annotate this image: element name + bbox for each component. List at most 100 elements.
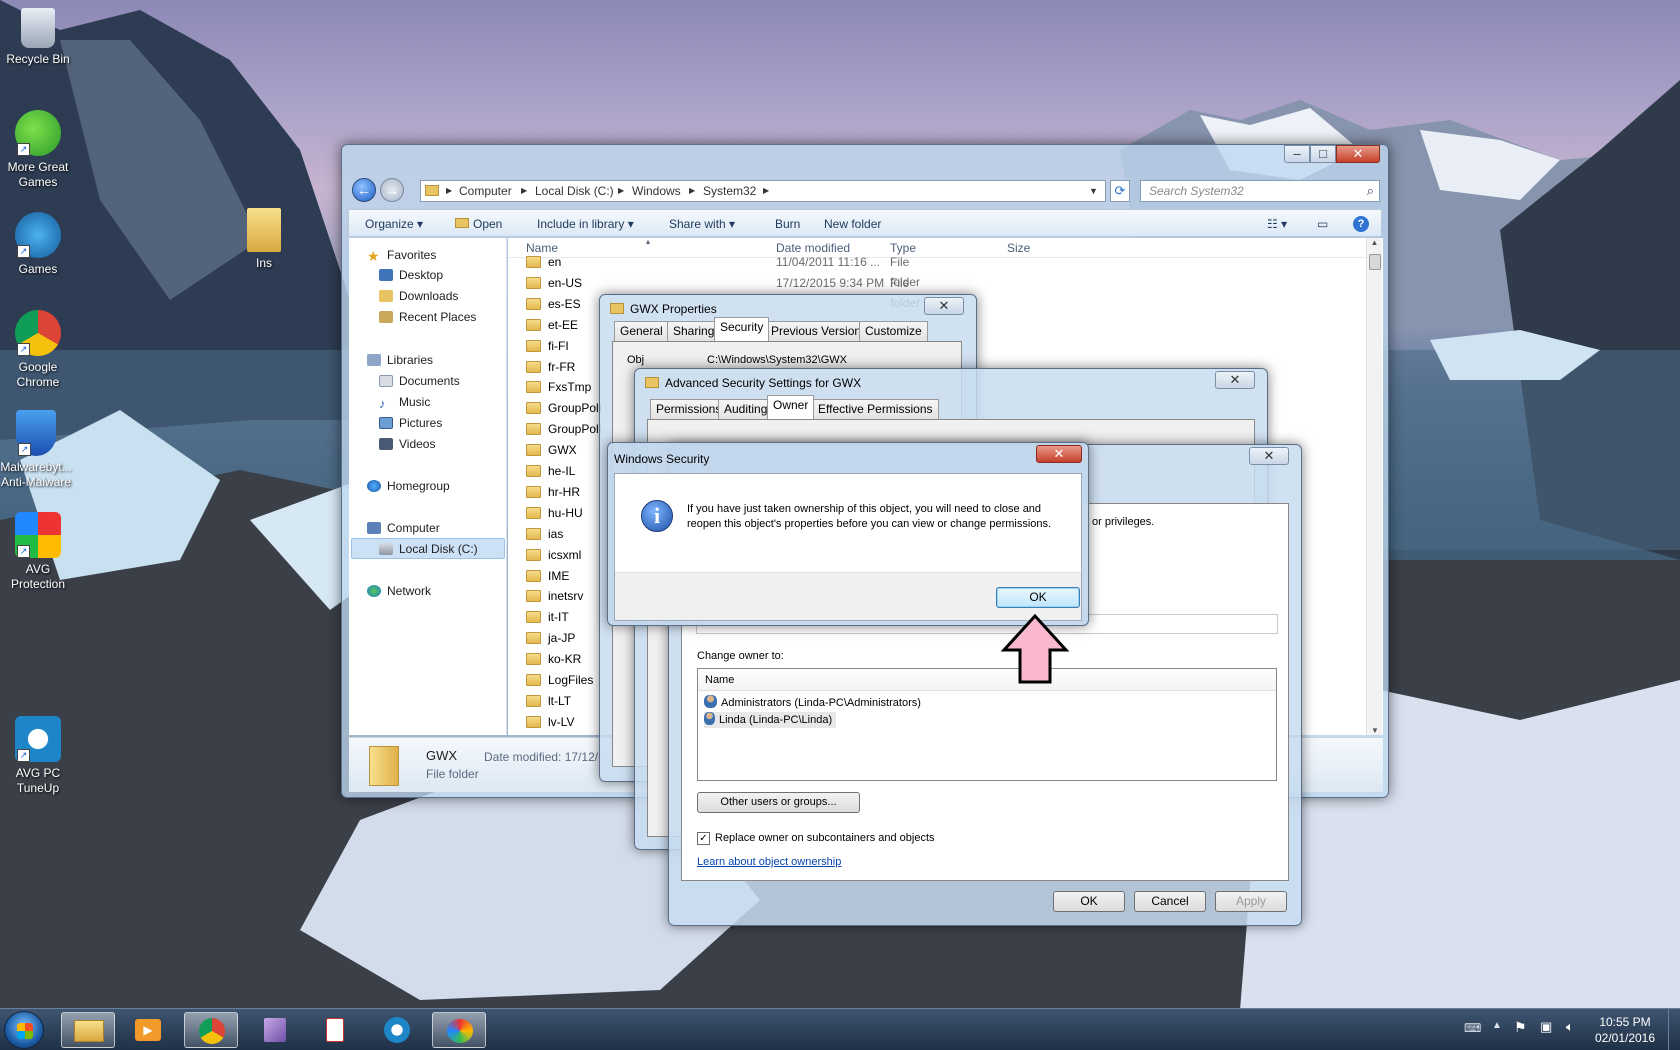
breadcrumb-windows[interactable]: Windows (632, 181, 681, 201)
vertical-scrollbar[interactable]: ▲ ▼ (1366, 238, 1382, 735)
burn-button[interactable]: Burn (775, 210, 800, 238)
file-name: ja-JP (548, 631, 576, 646)
desktop-icon-avg-pc-tuneup[interactable]: ↗ AVG PC TuneUp (0, 716, 76, 796)
cancel-button[interactable]: Cancel (1134, 891, 1206, 912)
nav-favorites[interactable]: ★ Favorites (367, 248, 436, 263)
desktop-icon-label: More Great Games (7, 160, 69, 189)
forward-button[interactable]: → (380, 178, 404, 202)
search-input[interactable]: Search System32 (1149, 184, 1244, 198)
chevron-down-icon[interactable]: ▼ (1089, 181, 1098, 201)
nav-recent-places[interactable]: Recent Places (379, 310, 476, 324)
taskbar-app-five[interactable] (308, 1012, 362, 1048)
tab-auditing[interactable]: Auditing (718, 399, 774, 419)
volume-icon[interactable]: 🔈︎ (1566, 1019, 1574, 1035)
breadcrumb-system32[interactable]: System32 (703, 181, 756, 201)
address-bar[interactable]: Computer ▶ ▶ Local Disk (C:) ▶ Windows ▶… (420, 180, 1106, 202)
replace-owner-checkbox[interactable]: ✓ (697, 832, 710, 845)
other-users-or-groups-button[interactable]: Other users or groups... (697, 792, 860, 813)
network-status-icon[interactable]: ▣ (1540, 1019, 1552, 1035)
ok-button[interactable]: OK (1053, 891, 1125, 912)
search-box[interactable]: Search System32 ⌕ (1140, 180, 1380, 202)
nav-local-disk[interactable]: Local Disk (C:) (379, 542, 478, 556)
taskbar-app-four[interactable] (248, 1012, 302, 1048)
tab-previous-versions[interactable]: Previous Versions (765, 321, 874, 341)
show-desktop-button[interactable] (1668, 1009, 1680, 1050)
scroll-down-icon[interactable]: ▼ (1367, 726, 1383, 735)
nav-downloads[interactable]: Downloads (379, 289, 458, 303)
ok-button[interactable]: OK (996, 587, 1080, 608)
desktop-icon-avg-protection[interactable]: ↗ AVG Protection (0, 512, 76, 592)
windows-security-dialog[interactable]: Windows Security ✕ i If you have just ta… (607, 442, 1089, 626)
close-button[interactable]: ✕ (1249, 447, 1289, 465)
maximize-button[interactable]: □ (1310, 145, 1336, 163)
tab-general[interactable]: General (614, 321, 669, 341)
list-item[interactable]: en 11/04/2011 11:16 ... File folder (508, 252, 928, 289)
nav-homegroup[interactable]: Homegroup (367, 479, 450, 493)
desktop-icon-malwarebytes[interactable]: ↗ Malwarebyt... Anti-Malware (0, 410, 74, 490)
nav-music[interactable]: ♪ Music (379, 395, 430, 411)
clock[interactable]: 10:55 PM 02/01/2016 (1590, 1014, 1660, 1046)
replace-owner-label[interactable]: Replace owner on subcontainers and objec… (715, 832, 935, 844)
nav-libraries[interactable]: Libraries (367, 353, 433, 367)
list-item[interactable]: en-US17/12/2015 9:34 PMFile folder (508, 273, 928, 310)
desktop-icon-games[interactable]: ↗ Games (0, 212, 76, 277)
help-icon[interactable]: ? (1353, 216, 1369, 232)
taskbar-paint[interactable] (432, 1012, 486, 1048)
nav-pictures[interactable]: Pictures (379, 416, 442, 430)
chevron-right-icon: ▶ (521, 186, 528, 195)
tab-security[interactable]: Security (714, 317, 770, 341)
new-folder-button[interactable]: New folder (824, 210, 881, 238)
nav-desktop[interactable]: Desktop (379, 268, 443, 282)
tab-effective-permissions[interactable]: Effective Permissions (812, 399, 939, 419)
show-hidden-icons-icon[interactable]: ▲ (1492, 1020, 1502, 1031)
taskbar-explorer[interactable] (61, 1012, 115, 1048)
tab-customize[interactable]: Customize (859, 321, 928, 341)
apply-button[interactable]: Apply (1215, 891, 1287, 912)
minimize-button[interactable]: – (1284, 145, 1310, 163)
refresh-button[interactable]: ⟳ (1110, 180, 1130, 202)
scrollbar-thumb[interactable] (1369, 254, 1381, 270)
owner-list[interactable]: Name Administrators (Linda-PC\Administra… (697, 668, 1277, 781)
close-button[interactable]: ✕ (1036, 445, 1082, 463)
learn-about-ownership-link[interactable]: Learn about object ownership (697, 856, 841, 868)
include-in-library-menu[interactable]: Include in library ▾ (537, 210, 634, 238)
view-options-icon[interactable]: ☷ ▾ (1267, 210, 1287, 238)
scroll-up-icon[interactable]: ▲ (1367, 238, 1382, 252)
action-center-flag-icon[interactable]: ⚑ (1514, 1019, 1527, 1036)
desktop-icon-more-great-games[interactable]: ↗ More Great Games (0, 110, 76, 190)
share-with-menu[interactable]: Share with ▾ (669, 210, 735, 238)
desktop-icon-google-chrome[interactable]: ↗ Google Chrome (0, 310, 76, 390)
tab-owner[interactable]: Owner (767, 395, 815, 419)
preview-pane-icon[interactable]: ▭ (1317, 210, 1328, 238)
tab-sharing[interactable]: Sharing (667, 321, 721, 341)
nav-videos[interactable]: Videos (379, 437, 435, 451)
organize-menu[interactable]: Organize ▾ (365, 210, 423, 238)
close-button[interactable]: ✕ (1215, 371, 1255, 389)
nav-documents[interactable]: Documents (379, 374, 460, 388)
owner-item-administrators[interactable]: Administrators (Linda-PC\Administrators) (704, 695, 921, 711)
file-date: 17/12/2015 9:34 PM (776, 275, 885, 290)
folder-icon (526, 423, 541, 436)
dialog-title: GWX Properties (630, 302, 717, 316)
owner-item-linda[interactable]: Linda (Linda-PC\Linda) (704, 712, 837, 728)
keyboard-icon[interactable]: ⌨ (1464, 1021, 1481, 1035)
breadcrumb-local-disk[interactable]: Local Disk (C:) (535, 181, 614, 201)
open-button[interactable]: Open (455, 210, 502, 238)
owner-list-header[interactable]: Name (698, 669, 1276, 691)
tab-permissions[interactable]: Permissions (650, 399, 728, 419)
nav-network[interactable]: Network (367, 584, 431, 598)
desktop-icon-recycle-bin[interactable]: Recycle Bin (0, 8, 76, 67)
back-button[interactable]: ← (352, 178, 376, 202)
start-button[interactable] (4, 1011, 44, 1049)
taskbar-tuneup[interactable] (370, 1012, 424, 1048)
desktop-icon-ins[interactable]: Ins (226, 208, 302, 271)
documents-icon (379, 375, 393, 387)
taskbar-chrome[interactable] (184, 1012, 238, 1048)
nav-computer[interactable]: Computer (367, 521, 440, 535)
folder-icon (526, 548, 541, 561)
close-button[interactable]: ✕ (924, 297, 964, 315)
folder-icon (526, 506, 541, 519)
taskbar-media-player[interactable]: ▶ (121, 1012, 175, 1048)
breadcrumb-computer[interactable]: Computer (459, 181, 512, 201)
close-button[interactable]: ✕ (1336, 145, 1380, 163)
